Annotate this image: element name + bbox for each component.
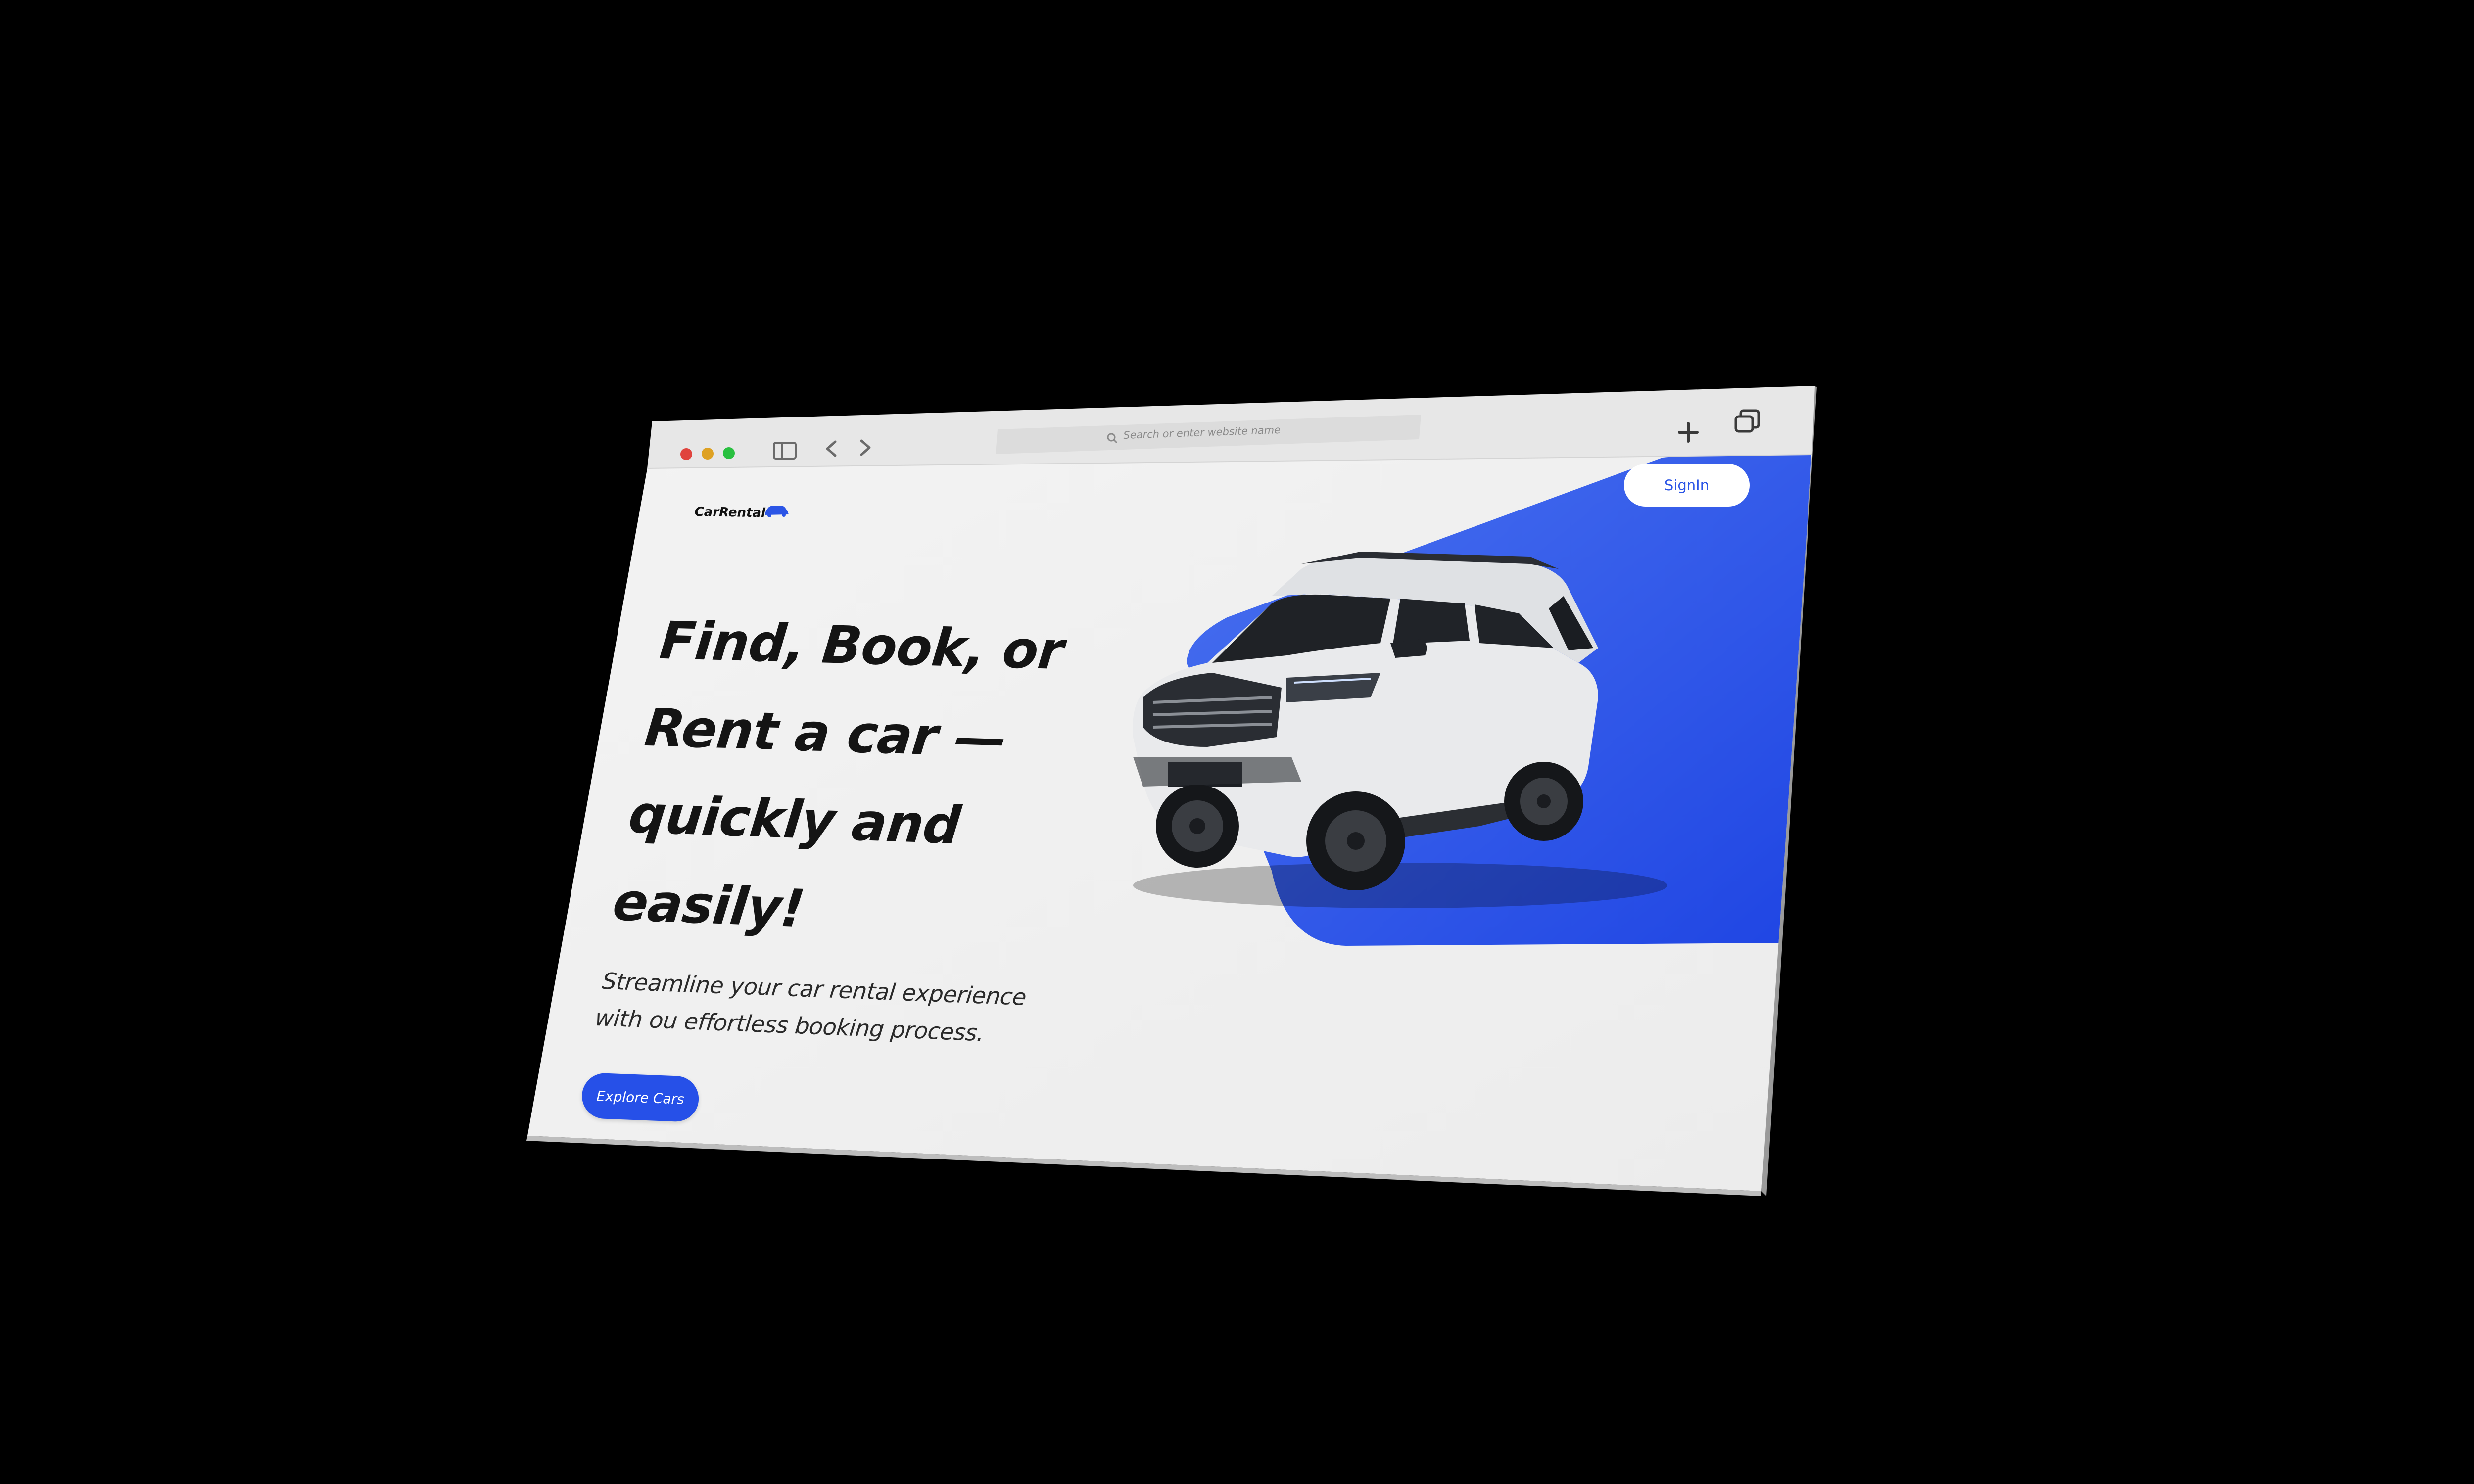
brand-logo-text[interactable]: CarRental [694,505,765,520]
front-right-wheel [1306,791,1405,890]
minimize-dot [702,448,714,460]
rear-wheel [1504,762,1583,841]
close-dot [680,448,692,460]
signin-button[interactable]: SignIn [1624,464,1750,507]
hero-headline-line-1: Find, Book, or [657,610,1066,682]
explore-cars-button[interactable]: Explore Cars [581,1072,700,1122]
front-wheel [1156,785,1239,868]
mockup-stage: Search or enter website name CarRental S… [0,0,2474,1484]
browser-window: Search or enter website name CarRental S… [0,0,2474,1484]
maximize-dot [723,447,735,459]
browser-frame [526,386,1817,1196]
hero-headline-line-4: easily! [610,872,808,939]
hero-headline-line-3: quickly and [626,784,963,856]
hero-headline-line-2: Rent a car — [642,697,1009,769]
